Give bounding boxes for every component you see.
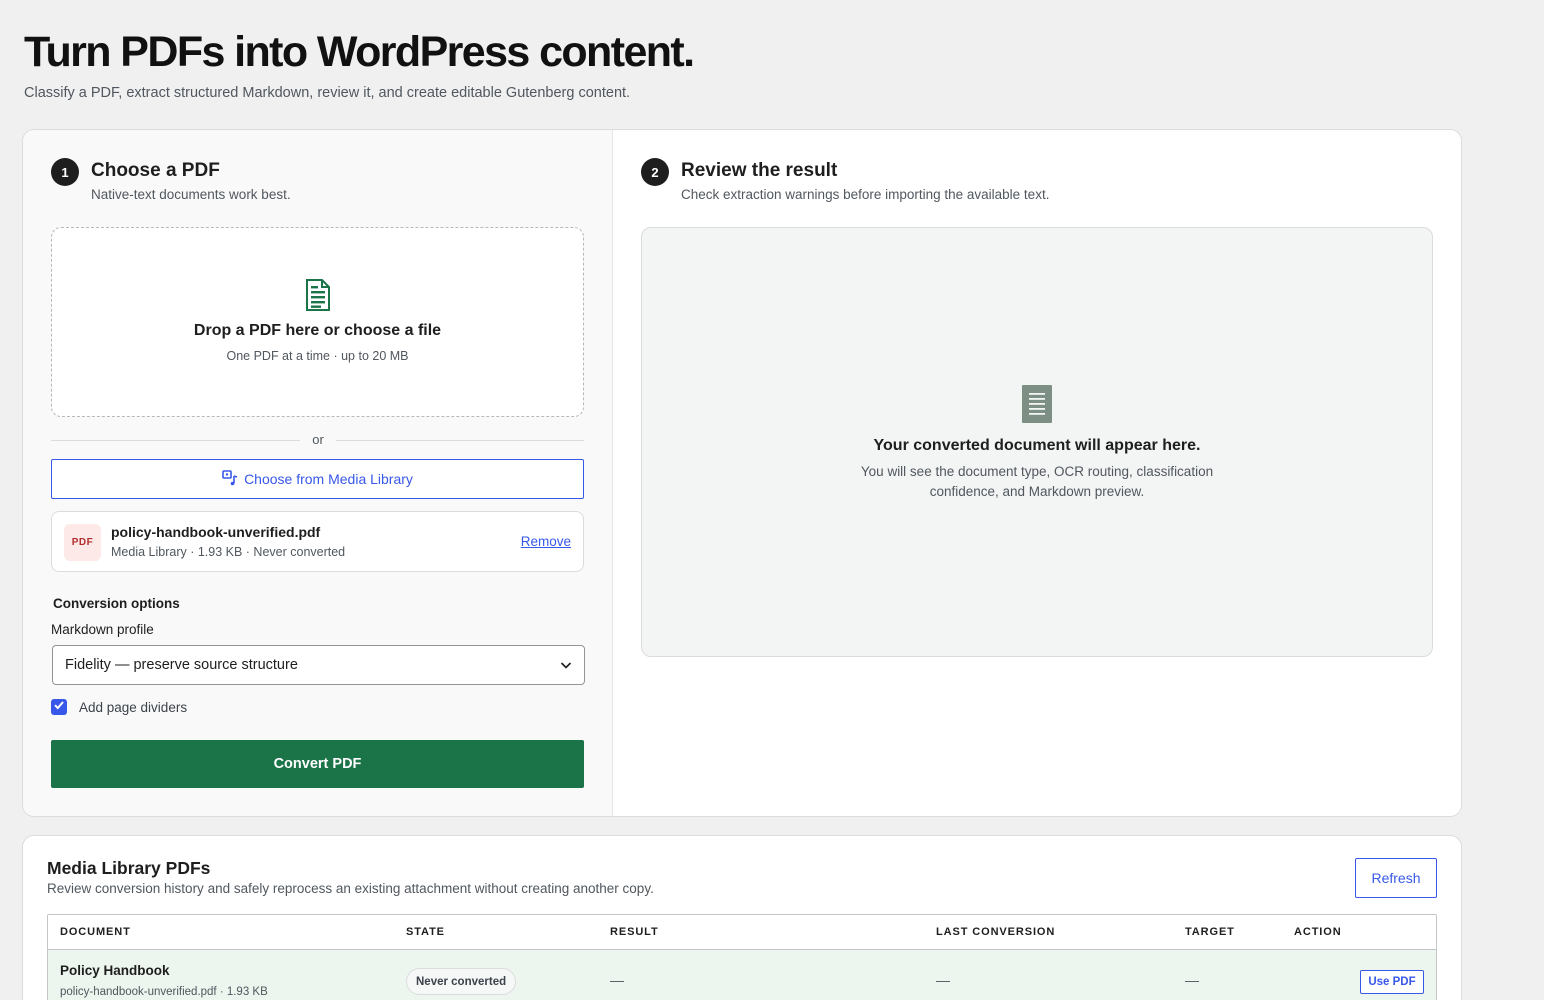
row-document-meta: policy-handbook-unverified.pdf · 1.93 KB	[60, 986, 268, 998]
row-result: —	[610, 972, 624, 988]
pdf-table: DOCUMENT STATE RESULT LAST CONVERSION TA…	[47, 914, 1437, 1000]
empty-result-description: You will see the document type, OCR rout…	[860, 464, 1214, 499]
step-2-title: Review the result	[681, 160, 838, 181]
step-2-number: 2	[641, 158, 669, 186]
table-row: Policy Handbook policy-handbook-unverifi…	[48, 950, 1436, 1000]
column-last-conversion: LAST CONVERSION	[936, 926, 1056, 938]
document-lines-icon	[1022, 385, 1052, 428]
page-dividers-checkbox[interactable]	[51, 699, 67, 715]
choose-media-library-label: Choose from Media Library	[244, 471, 413, 487]
table-header: DOCUMENT STATE RESULT LAST CONVERSION TA…	[48, 915, 1436, 950]
choose-pdf-panel: 1 Choose a PDF Native-text documents wor…	[23, 130, 613, 816]
dropzone-subtitle: One PDF at a time · up to 20 MB	[226, 349, 409, 363]
column-target: TARGET	[1185, 926, 1235, 938]
selected-file-card: PDF policy-handbook-unverified.pdf Media…	[51, 511, 584, 572]
step-1-subtitle: Native-text documents work best.	[91, 187, 291, 202]
refresh-button[interactable]: Refresh	[1355, 858, 1437, 898]
markdown-profile-label: Markdown profile	[51, 622, 154, 637]
media-library-card: Media Library PDFs Review conversion his…	[22, 835, 1462, 1000]
column-state: STATE	[406, 926, 445, 938]
row-document-name: Policy Handbook	[60, 963, 170, 978]
selected-file-name: policy-handbook-unverified.pdf	[111, 524, 321, 540]
pdf-dropzone[interactable]: Drop a PDF here or choose a file One PDF…	[51, 227, 584, 417]
column-result: RESULT	[610, 926, 659, 938]
page-title: Turn PDFs into WordPress content.	[24, 28, 695, 76]
pdf-file-badge: PDF	[64, 524, 101, 561]
page-dividers-label[interactable]: Add page dividers	[79, 700, 187, 715]
step-2-subtitle: Check extraction warnings before importi…	[681, 187, 1050, 202]
media-library-subtitle: Review conversion history and safely rep…	[47, 881, 654, 896]
dropzone-title: Drop a PDF here or choose a file	[193, 322, 442, 339]
use-pdf-button[interactable]: Use PDF	[1360, 970, 1424, 994]
or-label: or	[300, 432, 336, 447]
chevron-down-icon	[560, 659, 572, 675]
markdown-profile-select[interactable]: Fidelity — preserve source structure	[52, 645, 585, 685]
row-last-conversion: —	[936, 972, 950, 988]
document-icon	[305, 279, 331, 316]
empty-result-title: Your converted document will appear here…	[873, 437, 1201, 454]
column-document: DOCUMENT	[60, 926, 131, 938]
status-badge: Never converted	[406, 968, 517, 995]
review-result-panel: 2 Review the result Check extraction war…	[613, 130, 1461, 816]
conversion-options-heading: Conversion options	[53, 596, 180, 611]
media-library-title: Media Library PDFs	[47, 858, 211, 878]
selected-file-meta: Media Library · 1.93 KB · Never converte…	[111, 545, 346, 559]
markdown-profile-value: Fidelity — preserve source structure	[65, 657, 298, 673]
result-preview-area: Your converted document will appear here…	[641, 227, 1433, 657]
step-1-number: 1	[51, 158, 79, 186]
converter-card: 1 Choose a PDF Native-text documents wor…	[22, 129, 1462, 817]
step-1-title: Choose a PDF	[91, 160, 220, 181]
row-target: —	[1185, 972, 1199, 988]
checkmark-icon	[53, 698, 65, 716]
media-library-icon	[222, 469, 238, 489]
page-subtitle: Classify a PDF, extract structured Markd…	[24, 85, 631, 101]
convert-pdf-button[interactable]: Convert PDF	[51, 740, 584, 788]
choose-media-library-button[interactable]: Choose from Media Library	[51, 459, 584, 499]
remove-file-link[interactable]: Remove	[521, 534, 571, 549]
column-action: ACTION	[1294, 926, 1342, 938]
